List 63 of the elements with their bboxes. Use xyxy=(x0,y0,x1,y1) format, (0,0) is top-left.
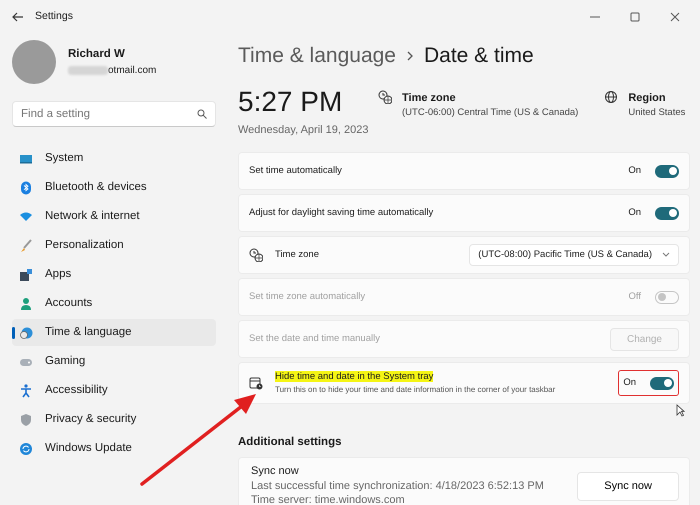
toggle-state-label: On xyxy=(628,206,641,220)
sidebar-item[interactable]: Accounts xyxy=(12,290,216,317)
sidebar-item[interactable]: Apps xyxy=(12,261,216,288)
sidebar-item[interactable]: Network & internet xyxy=(12,203,216,230)
wifi-icon xyxy=(19,210,33,224)
sidebar-item[interactable]: Gaming xyxy=(12,348,216,375)
sync-now-button[interactable]: Sync now xyxy=(577,472,679,501)
sidebar-item[interactable]: System xyxy=(12,145,216,172)
globe-clock-icon xyxy=(19,326,33,340)
chevron-down-icon xyxy=(662,252,670,258)
setting-label: Set time automatically xyxy=(249,164,342,176)
globe-icon xyxy=(604,90,618,104)
brush-icon xyxy=(19,238,33,252)
maximize-icon[interactable] xyxy=(630,12,640,22)
breadcrumb-link[interactable]: Time & language xyxy=(238,40,396,72)
avatar-placeholder xyxy=(12,40,56,84)
setting-label: Time zone xyxy=(275,248,319,260)
sidebar-item[interactable]: Bluetooth & devices xyxy=(12,174,216,201)
globe-clock-icon xyxy=(249,248,263,262)
toggle-switch[interactable] xyxy=(655,206,679,220)
sidebar-item[interactable]: Windows Update xyxy=(12,435,216,462)
clock-date: Wednesday, April 19, 2023 xyxy=(238,122,370,138)
sidebar-item[interactable]: Time & language xyxy=(12,319,216,346)
close-icon[interactable] xyxy=(670,12,680,22)
person-icon xyxy=(19,296,33,310)
window-title: Settings xyxy=(35,9,73,24)
bluetooth-icon xyxy=(19,180,33,194)
globe-clock-icon xyxy=(378,90,392,104)
blurred-text xyxy=(68,66,108,76)
sidebar-item[interactable]: Privacy & security xyxy=(12,406,216,433)
toggle-switch[interactable] xyxy=(650,376,674,390)
update-icon xyxy=(19,442,33,456)
section-heading: Additional settings xyxy=(238,435,342,450)
user-name: Richard W xyxy=(68,46,126,62)
setting-label: Adjust for daylight saving time automatically xyxy=(249,206,434,218)
timezone-dropdown[interactable]: (UTC-08:00) Pacific Time (US & Canada) xyxy=(469,244,679,266)
toggle-state-label: Off xyxy=(628,290,641,304)
toggle-state-label: On xyxy=(628,164,641,178)
sync-info: Time server: time.windows.com xyxy=(251,492,406,505)
summary-value: (UTC-06:00) Central Time (US & Canada) xyxy=(402,106,578,120)
setting-description: Turn this on to hide your time and date information in the corner of your taskbar xyxy=(275,384,556,396)
page-title: Date & time xyxy=(424,43,534,69)
summary-title: Region xyxy=(628,90,667,106)
sync-title: Sync now xyxy=(251,464,300,479)
clock-time: 5:27 PM xyxy=(238,88,344,116)
calendar-clock-icon xyxy=(249,376,263,390)
search-icon xyxy=(197,109,207,119)
apps-icon xyxy=(19,268,33,282)
sync-info: Last successful time synchronization: 4/18/2023 6:52:13 PM xyxy=(251,478,544,493)
chevron-right-icon xyxy=(406,50,414,62)
setting-label: Set the date and time manually xyxy=(249,332,380,344)
toggle-switch[interactable] xyxy=(655,164,679,178)
accessibility-icon xyxy=(19,384,33,398)
search-field[interactable]: Find a setting xyxy=(12,101,216,127)
sidebar-item[interactable]: Personalization xyxy=(12,232,216,259)
user-email: otmail.com xyxy=(108,64,156,78)
toggle-state-label: On xyxy=(623,376,636,390)
setting-label: Set time zone automatically xyxy=(249,290,366,302)
sidebar-item[interactable]: Accessibility xyxy=(12,377,216,404)
summary-title: Time zone xyxy=(402,90,457,106)
summary-value: United States xyxy=(628,106,686,120)
shield-icon xyxy=(19,412,33,426)
back-arrow-icon[interactable] xyxy=(12,12,24,22)
